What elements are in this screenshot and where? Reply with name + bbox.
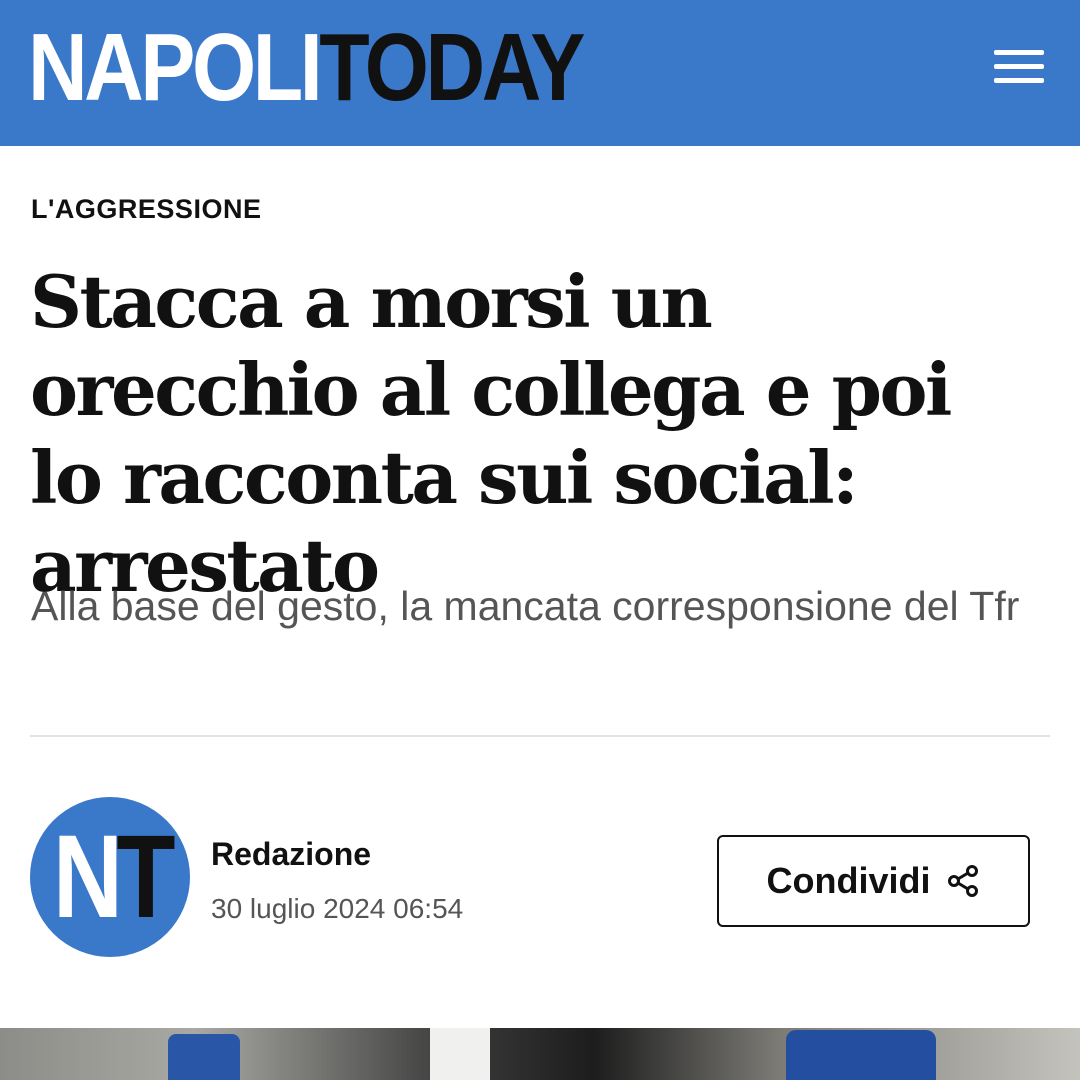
share-icon: [947, 865, 978, 897]
logo-part-napoli: NAPOLI: [28, 14, 323, 121]
ambulance-star-of-life-shape: [786, 1030, 936, 1080]
article-hero-image: [0, 1028, 1080, 1080]
photo-window-shape: [430, 1028, 490, 1080]
author-avatar[interactable]: NT: [30, 797, 190, 957]
top-header: NAPOLITODAY: [0, 0, 1080, 146]
logo-part-today: TODAY: [319, 14, 585, 121]
menu-line: [994, 64, 1044, 69]
publish-date: 30 luglio 2024 06:54: [211, 893, 464, 924]
article-subtitle: Alla base del gesto, la mancata correspo…: [31, 583, 1020, 629]
menu-line: [994, 78, 1044, 83]
author-name[interactable]: Redazione: [211, 836, 371, 873]
ambulance-star-of-life-shape: [168, 1034, 240, 1080]
site-logo[interactable]: NAPOLITODAY: [28, 18, 585, 118]
article-category[interactable]: L'AGGRESSIONE: [31, 194, 261, 225]
avatar-letter-n: N: [53, 811, 123, 943]
divider: [30, 735, 1050, 737]
share-button[interactable]: Condividi: [717, 835, 1030, 927]
avatar-monogram: NT: [53, 818, 175, 936]
article-headline: Stacca a morsi un orecchio al collega e …: [30, 259, 952, 608]
avatar-letter-t: T: [116, 811, 175, 943]
menu-line: [994, 50, 1044, 55]
share-button-label: Condividi: [766, 860, 931, 901]
hamburger-menu-icon[interactable]: [990, 44, 1048, 90]
